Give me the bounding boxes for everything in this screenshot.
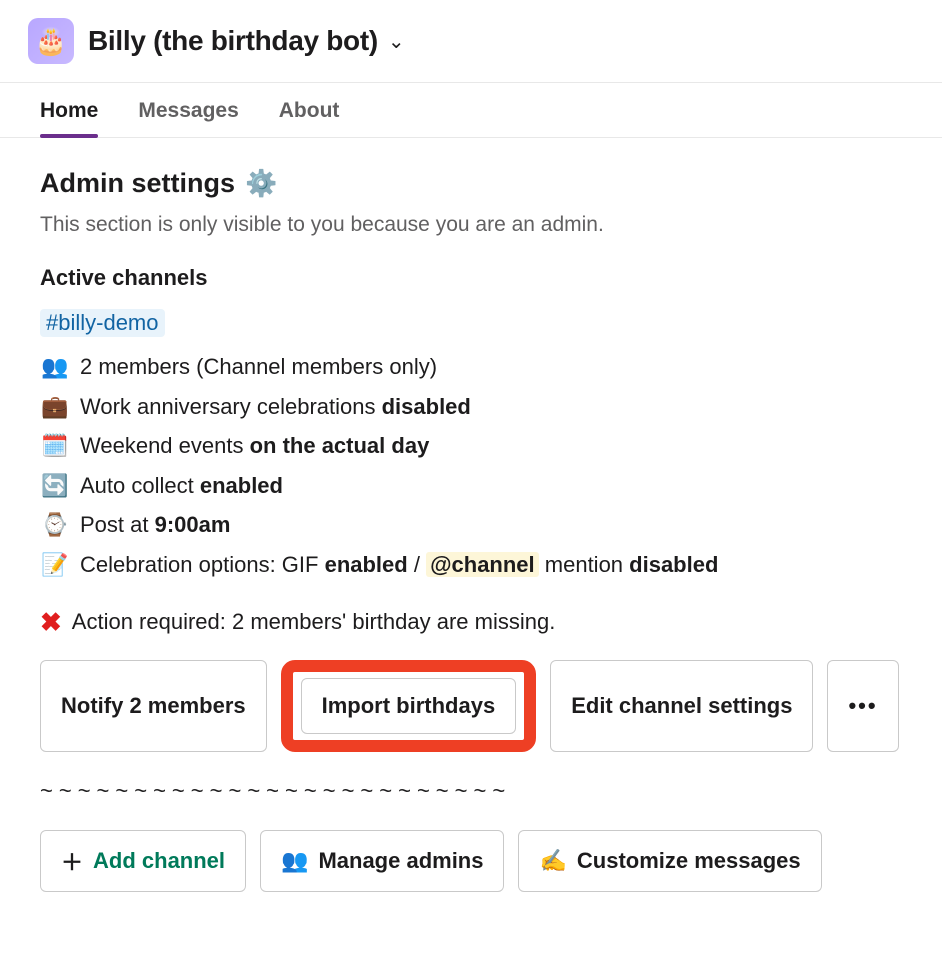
- calendar-icon: 🗓️: [40, 426, 70, 466]
- notify-members-button[interactable]: Notify 2 members: [40, 660, 267, 752]
- autocollect-state: enabled: [200, 473, 283, 498]
- add-channel-button[interactable]: ＋ Add channel: [40, 830, 246, 892]
- channel-actions-row: Notify 2 members Import birthdays Edit c…: [40, 660, 902, 752]
- autocollect-label: Auto collect: [80, 473, 200, 498]
- tab-messages[interactable]: Messages: [138, 83, 238, 137]
- active-channels-heading: Active channels: [40, 265, 902, 291]
- overflow-menu-button[interactable]: •••: [827, 660, 898, 752]
- members-count: 2 members: [80, 354, 196, 379]
- memo-icon: 📝: [40, 545, 70, 585]
- manage-admins-button[interactable]: 👥 Manage admins: [260, 830, 504, 892]
- customize-messages-button[interactable]: ✍️ Customize messages: [518, 830, 821, 892]
- cake-icon: 🎂: [35, 26, 67, 57]
- info-members: 👥 2 members (Channel members only): [40, 347, 902, 387]
- add-channel-label: Add channel: [93, 848, 225, 874]
- weekend-label: Weekend events: [80, 433, 250, 458]
- anniversary-label: Work anniversary celebrations: [80, 394, 382, 419]
- gear-icon: ⚙️: [245, 168, 277, 199]
- section-divider: ~~~~~~~~~~~~~~~~~~~~~~~~~: [40, 778, 902, 804]
- weekend-state: on the actual day: [250, 433, 430, 458]
- highlight-frame: Import birthdays: [281, 660, 537, 752]
- admin-actions-row: ＋ Add channel 👥 Manage admins ✍️ Customi…: [40, 830, 902, 892]
- gif-state: enabled: [325, 552, 408, 577]
- sync-icon: 🔄: [40, 466, 70, 506]
- tab-about[interactable]: About: [279, 83, 340, 137]
- content-area: Admin settings ⚙️ This section is only v…: [0, 138, 942, 942]
- channel-link[interactable]: #billy-demo: [40, 309, 165, 337]
- info-weekend: 🗓️ Weekend events on the actual day: [40, 426, 902, 466]
- info-posttime: ⌚ Post at 9:00am: [40, 505, 902, 545]
- customize-messages-label: Customize messages: [577, 848, 801, 874]
- tab-bar: Home Messages About: [0, 82, 942, 138]
- mention-state: disabled: [629, 552, 718, 577]
- channel-info-list: 👥 2 members (Channel members only) 💼 Wor…: [40, 347, 902, 585]
- manage-admins-label: Manage admins: [318, 848, 483, 874]
- action-required-text: Action required: 2 members' birthday are…: [72, 609, 556, 635]
- x-icon: ✖: [40, 607, 62, 638]
- tab-home[interactable]: Home: [40, 83, 98, 137]
- edit-channel-settings-button[interactable]: Edit channel settings: [550, 660, 813, 752]
- admin-notice: This section is only visible to you beca…: [40, 213, 902, 237]
- app-header: 🎂 Billy (the birthday bot) ⌄: [0, 0, 942, 82]
- celebration-prefix: Celebration options: GIF: [80, 552, 325, 577]
- celebration-sep: /: [408, 552, 426, 577]
- import-birthdays-button[interactable]: Import birthdays: [301, 678, 517, 734]
- mention-after: mention: [539, 552, 630, 577]
- app-title[interactable]: Billy (the birthday bot): [88, 25, 378, 57]
- chevron-down-icon[interactable]: ⌄: [388, 29, 405, 54]
- info-autocollect: 🔄 Auto collect enabled: [40, 466, 902, 506]
- anniversary-state: disabled: [382, 394, 471, 419]
- posttime-label: Post at: [80, 512, 155, 537]
- members-scope: (Channel members only): [196, 354, 437, 379]
- briefcase-icon: 💼: [40, 387, 70, 427]
- people-icon: 👥: [281, 848, 308, 874]
- info-anniversary: 💼 Work anniversary celebrations disabled: [40, 387, 902, 427]
- members-icon: 👥: [40, 347, 70, 387]
- app-icon: 🎂: [28, 18, 74, 64]
- section-title-text: Admin settings: [40, 168, 235, 199]
- section-title: Admin settings ⚙️: [40, 168, 902, 199]
- action-required-row: ✖ Action required: 2 members' birthday a…: [40, 607, 902, 638]
- posttime-value: 9:00am: [155, 512, 231, 537]
- writing-icon: ✍️: [539, 848, 566, 874]
- watch-icon: ⌚: [40, 505, 70, 545]
- mention-tag: @channel: [426, 552, 539, 577]
- plus-icon: ＋: [61, 845, 83, 877]
- info-celebration: 📝 Celebration options: GIF enabled / @ch…: [40, 545, 902, 585]
